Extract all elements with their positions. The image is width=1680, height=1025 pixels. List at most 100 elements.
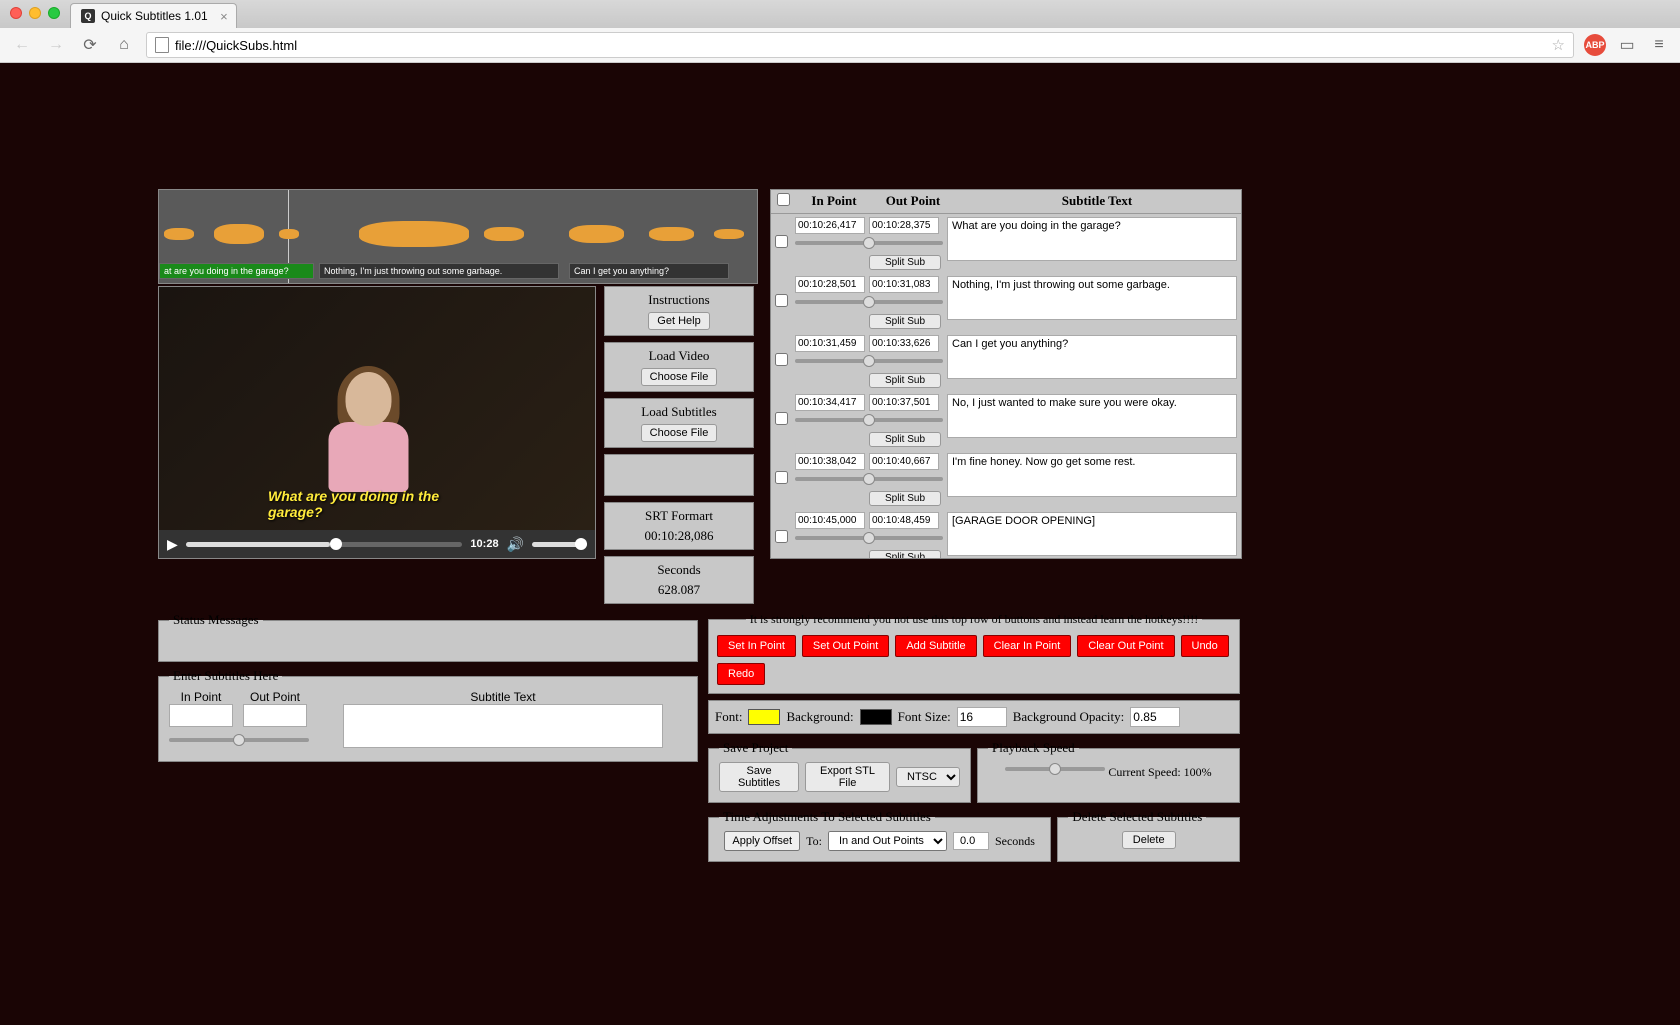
row-checkbox[interactable]: [775, 294, 788, 307]
clear-in-point-button[interactable]: Clear In Point: [983, 635, 1072, 657]
row-out-input[interactable]: [869, 453, 939, 470]
row-checkbox[interactable]: [775, 530, 788, 543]
split-sub-button[interactable]: Split Sub: [869, 373, 941, 388]
playback-legend: Playback Speed: [988, 740, 1079, 756]
volume-icon[interactable]: 🔊: [507, 536, 524, 553]
row-text-input[interactable]: [GARAGE DOOR OPENING]: [947, 512, 1237, 556]
row-in-input[interactable]: [795, 453, 865, 470]
split-sub-button[interactable]: Split Sub: [869, 432, 941, 447]
home-button[interactable]: ⌂: [112, 33, 136, 57]
url-input[interactable]: file:///QuickSubs.html ☆: [146, 32, 1574, 58]
row-out-input[interactable]: [869, 335, 939, 352]
row-checkbox[interactable]: [775, 353, 788, 366]
menu-icon[interactable]: ≡: [1648, 34, 1670, 56]
waveform-timeline[interactable]: at are you doing in the garage? Nothing, …: [158, 189, 758, 284]
redo-button[interactable]: Redo: [717, 663, 765, 685]
entry-out-input[interactable]: [243, 704, 307, 727]
row-text-input[interactable]: No, I just wanted to make sure you were …: [947, 394, 1237, 438]
minimize-window-icon[interactable]: [29, 7, 41, 19]
offset-value-input[interactable]: [953, 832, 989, 850]
row-out-input[interactable]: [869, 394, 939, 411]
row-text-input[interactable]: What are you doing in the garage?: [947, 217, 1237, 261]
clear-out-point-button[interactable]: Clear Out Point: [1077, 635, 1174, 657]
split-sub-button[interactable]: Split Sub: [869, 491, 941, 506]
subtitle-rows[interactable]: Split Sub What are you doing in the garag…: [771, 214, 1241, 558]
waveform-audio: [159, 220, 757, 248]
seconds-value: 628.087: [610, 582, 748, 598]
subtitle-list-header: In Point Out Point Subtitle Text: [771, 190, 1241, 214]
back-button[interactable]: ←: [10, 33, 34, 57]
close-window-icon[interactable]: [10, 7, 22, 19]
export-stl-button[interactable]: Export STL File: [805, 762, 890, 792]
play-button[interactable]: ▶: [167, 536, 178, 553]
select-all-checkbox[interactable]: [777, 193, 790, 206]
choose-subtitles-button[interactable]: Choose File: [641, 424, 718, 442]
forward-button[interactable]: →: [44, 33, 68, 57]
choose-video-button[interactable]: Choose File: [641, 368, 718, 386]
delete-button[interactable]: Delete: [1122, 831, 1176, 849]
opacity-input[interactable]: [1130, 707, 1180, 727]
row-checkbox[interactable]: [775, 412, 788, 425]
row-slider[interactable]: [795, 295, 943, 309]
row-text-input[interactable]: I'm fine honey. Now go get some rest.: [947, 453, 1237, 497]
device-icon[interactable]: ▭: [1616, 34, 1638, 56]
row-out-input[interactable]: [869, 276, 939, 293]
progress-thumb-icon[interactable]: [330, 538, 342, 550]
undo-button[interactable]: Undo: [1181, 635, 1229, 657]
progress-bar[interactable]: [186, 542, 463, 547]
save-subtitles-button[interactable]: Save Subtitles: [719, 762, 799, 792]
row-text-input[interactable]: Can I get you anything?: [947, 335, 1237, 379]
row-out-input[interactable]: [869, 217, 939, 234]
row-in-input[interactable]: [795, 335, 865, 352]
timeline-sub[interactable]: Nothing, I'm just throwing out some garb…: [319, 263, 559, 279]
row-checkbox[interactable]: [775, 235, 788, 248]
get-help-button[interactable]: Get Help: [648, 312, 709, 330]
add-subtitle-button[interactable]: Add Subtitle: [895, 635, 976, 657]
font-label: Font:: [715, 709, 742, 725]
row-in-input[interactable]: [795, 276, 865, 293]
format-select[interactable]: NTSC: [896, 767, 960, 787]
split-sub-button[interactable]: Split Sub: [869, 314, 941, 329]
entry-slider[interactable]: [169, 733, 309, 747]
volume-slider[interactable]: [532, 542, 587, 547]
playback-speed-slider[interactable]: [1005, 762, 1105, 776]
bookmark-icon[interactable]: ☆: [1552, 36, 1565, 54]
apply-offset-button[interactable]: Apply Offset: [724, 831, 800, 851]
font-size-input[interactable]: [957, 707, 1007, 727]
row-text-input[interactable]: Nothing, I'm just throwing out some garb…: [947, 276, 1237, 320]
row-out-input[interactable]: [869, 512, 939, 529]
row-slider[interactable]: [795, 413, 943, 427]
reload-button[interactable]: ⟳: [78, 33, 102, 57]
split-sub-button[interactable]: Split Sub: [869, 255, 941, 270]
offset-target-select[interactable]: In and Out Points: [828, 831, 947, 851]
set-in-point-button[interactable]: Set In Point: [717, 635, 796, 657]
set-out-point-button[interactable]: Set Out Point: [802, 635, 889, 657]
timeadj-legend: Time Adjustments To Selected Subtitles: [719, 809, 935, 825]
row-slider[interactable]: [795, 236, 943, 250]
header-out-point: Out Point: [873, 193, 953, 210]
row-in-input[interactable]: [795, 217, 865, 234]
row-slider[interactable]: [795, 354, 943, 368]
volume-thumb-icon[interactable]: [575, 538, 587, 550]
bg-color-swatch[interactable]: [860, 709, 892, 725]
timeline-sub[interactable]: at are you doing in the garage?: [159, 263, 314, 279]
adblock-icon[interactable]: ABP: [1584, 34, 1606, 56]
row-in-input[interactable]: [795, 394, 865, 411]
timeline-sub[interactable]: Can I get you anything?: [569, 263, 729, 279]
row-in-input[interactable]: [795, 512, 865, 529]
maximize-window-icon[interactable]: [48, 7, 60, 19]
row-checkbox[interactable]: [775, 471, 788, 484]
browser-tab[interactable]: Q Quick Subtitles 1.01 ×: [70, 3, 237, 28]
entry-text-input[interactable]: [343, 704, 663, 748]
split-sub-button[interactable]: Split Sub: [869, 550, 941, 558]
time-adjustments-box: Time Adjustments To Selected Subtitles A…: [708, 809, 1051, 862]
delete-legend: Delete Selected Subtitles: [1068, 809, 1206, 825]
bg-label: Background:: [786, 709, 853, 725]
row-slider[interactable]: [795, 531, 943, 545]
row-slider[interactable]: [795, 472, 943, 486]
entry-in-input[interactable]: [169, 704, 233, 727]
font-color-swatch[interactable]: [748, 709, 780, 725]
srt-format-value: 00:10:28,086: [610, 528, 748, 544]
close-tab-icon[interactable]: ×: [220, 9, 228, 24]
video-frame[interactable]: What are you doing in the garage?: [159, 287, 595, 530]
